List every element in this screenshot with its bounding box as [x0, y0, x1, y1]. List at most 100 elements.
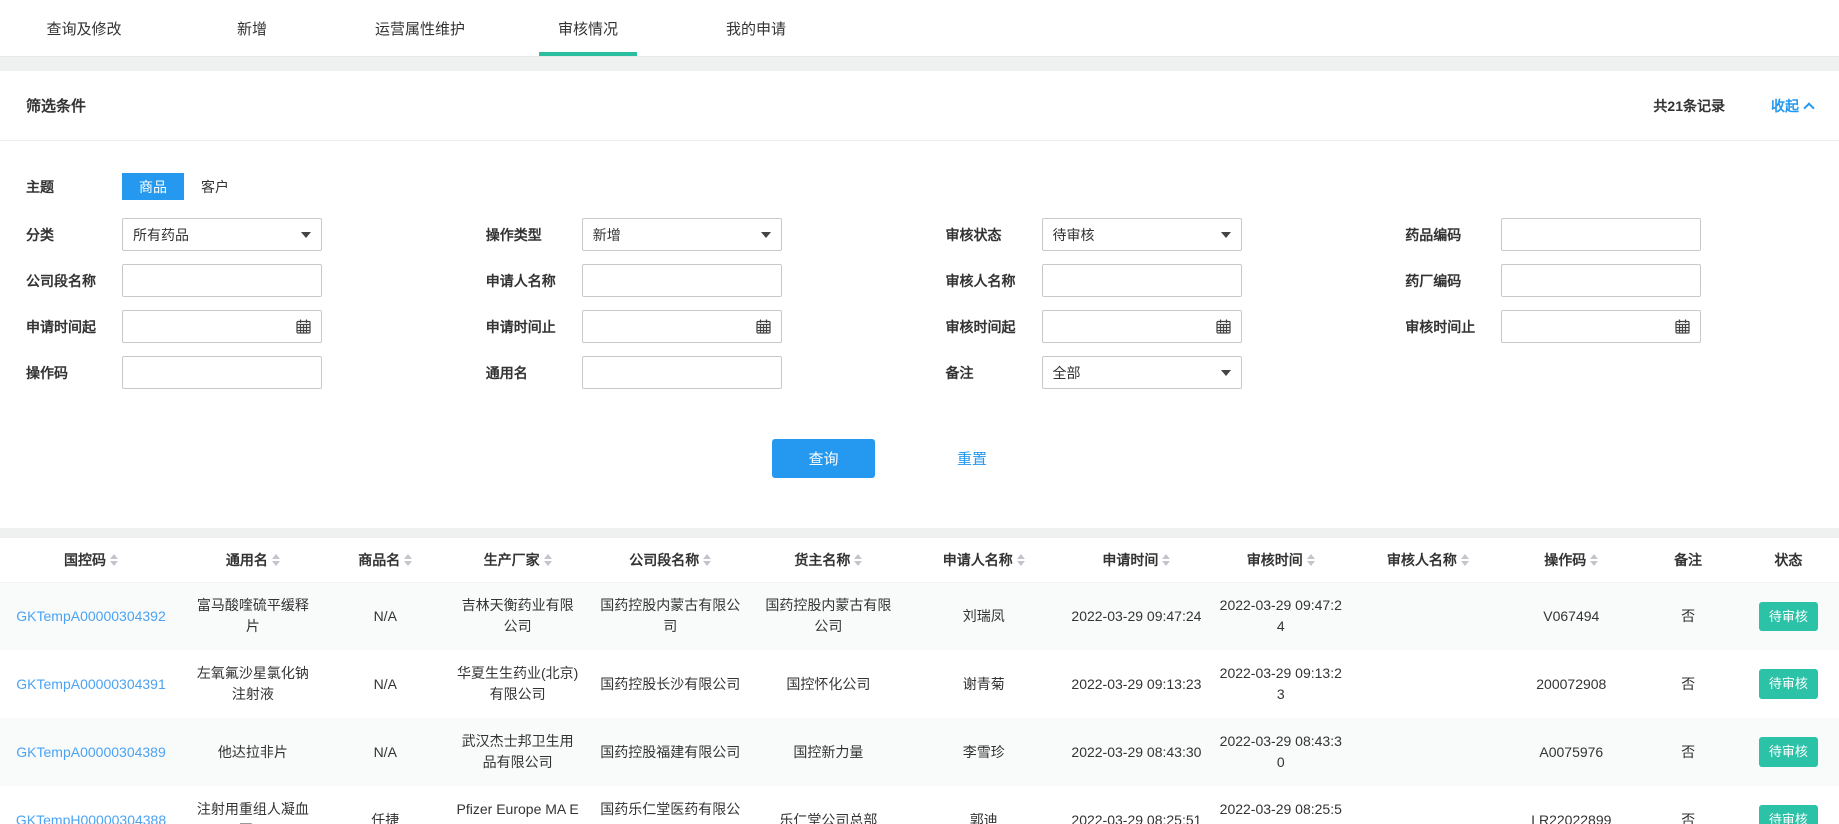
search-button[interactable]: 查询: [772, 439, 875, 478]
filter-form-cell: 药厂编码: [1379, 264, 1839, 297]
factory-code-input[interactable]: [1501, 264, 1701, 297]
topic-commodity-button[interactable]: 商品: [122, 173, 184, 200]
remark-select-label: 备注: [946, 363, 1042, 383]
generic-name-input-label: 通用名: [486, 363, 582, 383]
column-header[interactable]: 生产厂家: [447, 538, 589, 582]
national-code-link[interactable]: GKTempA00000304392: [0, 582, 182, 650]
table-cell: 华夏生生药业(北京)有限公司: [447, 650, 589, 718]
audit-time-to-input-text[interactable]: [1512, 319, 1675, 335]
active-tab-underline: [539, 52, 637, 56]
drug-code-input-label: 药品编码: [1405, 225, 1501, 245]
generic-name-input-text[interactable]: [593, 365, 771, 381]
filter-form-cell: 分类所有药品: [0, 218, 460, 251]
tab-query-modify[interactable]: 查询及修改: [0, 0, 168, 56]
apply-time-from-input[interactable]: [122, 310, 322, 343]
column-header[interactable]: 申请时间: [1063, 538, 1210, 582]
audit-time-from-input-text[interactable]: [1053, 319, 1216, 335]
column-header-label: 通用名: [226, 550, 268, 570]
filter-form-row: 申请时间起申请时间止审核时间起审核时间止: [0, 310, 1839, 343]
column-header[interactable]: 公司段名称: [588, 538, 752, 582]
column-header-inner: 申请时间: [1102, 550, 1170, 570]
table-cell: 2022-03-29 09:13:23: [1210, 650, 1352, 718]
filter-form-cell: 审核时间起: [920, 310, 1380, 343]
table-cell: 200072908: [1504, 650, 1638, 718]
column-header[interactable]: 操作码: [1504, 538, 1638, 582]
national-code-link[interactable]: GKTempA00000304389: [0, 718, 182, 786]
column-header-inner: 商品名: [358, 550, 412, 570]
national-code-link[interactable]: GKTempA00000304391: [0, 650, 182, 718]
auditor-name-input-text[interactable]: [1053, 273, 1231, 289]
sort-icon: [1162, 554, 1170, 566]
sort-icon: [404, 554, 412, 566]
applicant-name-input-text[interactable]: [593, 273, 771, 289]
tab-audit-status[interactable]: 审核情况: [504, 0, 672, 56]
column-header[interactable]: 通用名: [182, 538, 324, 582]
table-cell: 2022-03-29 09:47:24: [1210, 582, 1352, 650]
drug-code-input-text[interactable]: [1512, 227, 1690, 243]
collapse-label: 收起: [1771, 96, 1799, 116]
column-header-inner: 状态: [1774, 550, 1802, 570]
generic-name-input[interactable]: [582, 356, 782, 389]
apply-time-from-input-text[interactable]: [133, 319, 296, 335]
column-header-label: 货主名称: [794, 550, 850, 570]
applicant-name-input[interactable]: [582, 264, 782, 297]
column-header[interactable]: 国控码: [0, 538, 182, 582]
filter-actions: 查询 重置: [0, 439, 1799, 478]
sort-icon: [110, 554, 118, 566]
table-cell: 2022-03-29 09:47:24: [1063, 582, 1210, 650]
remark-select[interactable]: 全部: [1042, 356, 1242, 389]
tab-my-applications[interactable]: 我的申请: [672, 0, 840, 56]
collapse-toggle[interactable]: 收起: [1771, 96, 1813, 116]
table-cell: 左氧氟沙星氯化钠注射液: [182, 650, 324, 718]
operation-code-input-label: 操作码: [26, 363, 122, 383]
column-header-label: 操作码: [1544, 550, 1586, 570]
column-header-inner: 通用名: [226, 550, 280, 570]
topic-row: 主题 商品客户: [26, 173, 1839, 200]
operation-type-select[interactable]: 新增: [582, 218, 782, 251]
reset-link[interactable]: 重置: [957, 448, 987, 469]
filter-form-cell: [1379, 356, 1839, 389]
factory-code-input-text[interactable]: [1512, 273, 1690, 289]
sort-icon: [703, 554, 711, 566]
table-cell: 国药控股长沙有限公司: [588, 650, 752, 718]
column-header-inner: 备注: [1674, 550, 1702, 570]
company-segment-input[interactable]: [122, 264, 322, 297]
national-code-link[interactable]: GKTempH00000304388: [0, 786, 182, 824]
apply-time-to-input[interactable]: [582, 310, 782, 343]
operation-code-input-text[interactable]: [133, 365, 311, 381]
category-select[interactable]: 所有药品: [122, 218, 322, 251]
table-cell: 国控怀化公司: [752, 650, 905, 718]
table-cell: 武汉杰士邦卫生用品有限公司: [447, 718, 589, 786]
column-header[interactable]: 审核人名称: [1352, 538, 1505, 582]
audit-time-from-input[interactable]: [1042, 310, 1242, 343]
table-cell: [1352, 650, 1505, 718]
audit-time-to-input[interactable]: [1501, 310, 1701, 343]
operation-code-input[interactable]: [122, 356, 322, 389]
table-cell: 谢青菊: [905, 650, 1063, 718]
table-cell: 富马酸喹硫平缓释片: [182, 582, 324, 650]
filter-form-cell: 申请人名称: [460, 264, 920, 297]
topic-customer-button[interactable]: 客户: [184, 173, 246, 200]
drug-code-input[interactable]: [1501, 218, 1701, 251]
column-header-label: 商品名: [358, 550, 400, 570]
column-header[interactable]: 商品名: [324, 538, 447, 582]
table-cell: 2022-03-29 08:25:51: [1063, 786, 1210, 824]
auditor-name-input[interactable]: [1042, 264, 1242, 297]
filter-form-cell: 通用名: [460, 356, 920, 389]
audit-status-select[interactable]: 待审核: [1042, 218, 1242, 251]
dropdown-arrow-icon: [301, 232, 311, 238]
column-header[interactable]: 申请人名称: [905, 538, 1063, 582]
company-segment-input-text[interactable]: [133, 273, 311, 289]
audit-status-select-value: 待审核: [1053, 225, 1221, 245]
table-cell: 否: [1638, 650, 1737, 718]
column-header[interactable]: 审核时间: [1210, 538, 1352, 582]
column-header[interactable]: 货主名称: [752, 538, 905, 582]
table-cell: 待审核: [1738, 786, 1839, 824]
table-cell: 2022-03-29 08:25:51: [1210, 786, 1352, 824]
tab-operation-attr[interactable]: 运营属性维护: [336, 0, 504, 56]
apply-time-to-input-text[interactable]: [593, 319, 756, 335]
filter-form-cell: 审核人名称: [920, 264, 1380, 297]
column-header: 状态: [1738, 538, 1839, 582]
table-row: GKTempA00000304392富马酸喹硫平缓释片N/A吉林天衡药业有限公司…: [0, 582, 1839, 650]
tab-add[interactable]: 新增: [168, 0, 336, 56]
